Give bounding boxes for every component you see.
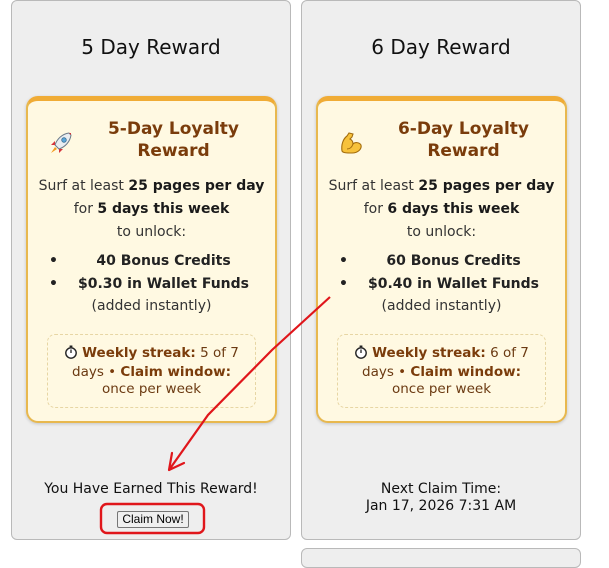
earned-message: You Have Earned This Reward! — [44, 481, 258, 497]
card-title: 5-Day Loyalty Reward — [107, 119, 240, 161]
next-claim-info: Next Claim Time: Jan 17, 2026 7:31 AM — [302, 481, 580, 515]
column-title: 6 Day Reward — [371, 35, 511, 59]
list-item: • 40 Bonus Credits — [49, 253, 231, 269]
streak-box: Weekly streak: 6 of 7 days • Claim windo… — [337, 334, 546, 408]
added-note: (added instantly) — [91, 298, 212, 314]
next-claim-label: Next Claim Time: — [380, 481, 502, 497]
stopwatch-icon — [354, 345, 368, 364]
rocket-icon — [48, 130, 74, 156]
card-header: 5-Day Loyalty Reward — [42, 118, 265, 168]
flexed-arm-icon — [338, 130, 364, 156]
reward-list: • 60 Bonus Credits • $0.40 in Wallet Funds — [318, 250, 565, 296]
card-description: Surf at least 25 pages per day for 6 day… — [328, 178, 555, 240]
card-header: 6-Day Loyalty Reward — [332, 118, 555, 168]
card-description: Surf at least 25 pages per day for 5 day… — [38, 178, 265, 240]
reward-list: • 40 Bonus Credits • $0.30 in Wallet Funds — [28, 250, 275, 296]
reward-card: 6-Day Loyalty Reward Surf at least 25 pa… — [316, 96, 567, 423]
list-item: • $0.30 in Wallet Funds — [49, 276, 249, 292]
added-note: (added instantly) — [381, 298, 502, 314]
reward-column-5-day: 5 Day Reward 5-Day Loyalty Reward Surf a… — [11, 0, 291, 540]
list-item: • 60 Bonus Credits — [339, 253, 521, 269]
claim-now-button[interactable]: Claim Now! — [117, 511, 189, 528]
stopwatch-icon — [64, 345, 78, 364]
next-claim-time: Jan 17, 2026 7:31 AM — [365, 498, 517, 514]
next-reward-column — [301, 548, 581, 568]
streak-box: Weekly streak: 5 of 7 days • Claim windo… — [47, 334, 256, 408]
reward-card: 5-Day Loyalty Reward Surf at least 25 pa… — [26, 96, 277, 423]
list-item: • $0.40 in Wallet Funds — [339, 276, 539, 292]
card-title: 6-Day Loyalty Reward — [397, 119, 530, 161]
reward-column-6-day: 6 Day Reward 6-Day Loyalty Reward Surf a… — [301, 0, 581, 540]
column-title: 5 Day Reward — [81, 35, 221, 59]
